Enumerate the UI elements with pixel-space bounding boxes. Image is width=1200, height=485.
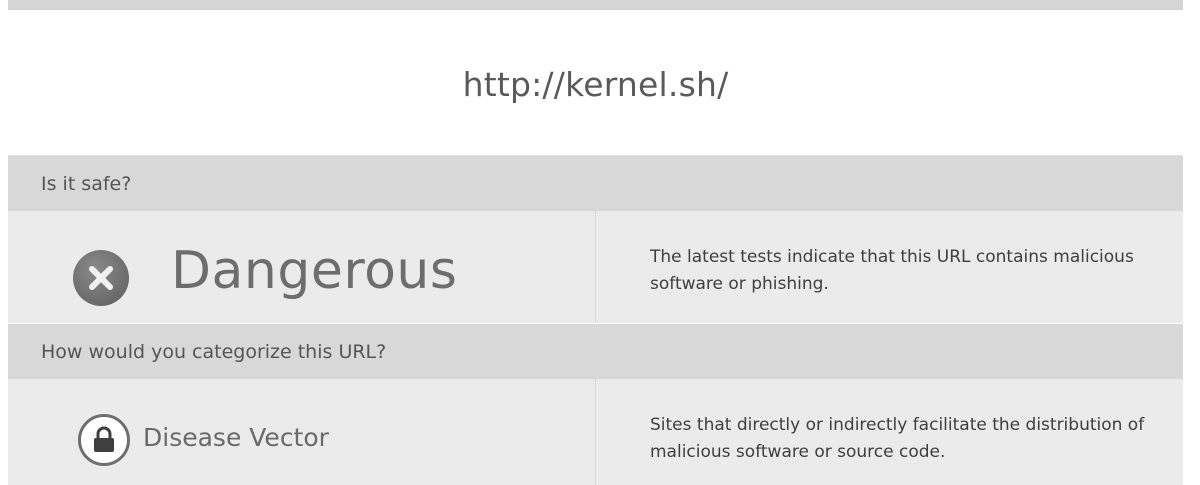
category-description: Sites that directly or indirectly facili… [650, 415, 1145, 462]
safety-row: Dangerous The latest tests indicate that… [8, 211, 1183, 323]
x-circle-icon [73, 250, 129, 306]
url-panel: http://kernel.sh/ [8, 14, 1183, 156]
top-band [8, 0, 1183, 10]
category-row: Disease Vector Sites that directly or in… [8, 379, 1183, 485]
url-title: http://kernel.sh/ [462, 65, 729, 104]
safety-description: The latest tests indicate that this URL … [650, 247, 1134, 294]
section-heading-safety: Is it safe? [8, 156, 1183, 211]
safety-verdict-cell: Dangerous [8, 211, 596, 323]
category-name-cell: Disease Vector [8, 379, 596, 485]
category-name-label: Disease Vector [143, 423, 329, 452]
safety-verdict-label: Dangerous [171, 241, 458, 301]
section-heading-category: How would you categorize this URL? [8, 324, 1183, 379]
lock-icon [78, 414, 130, 466]
